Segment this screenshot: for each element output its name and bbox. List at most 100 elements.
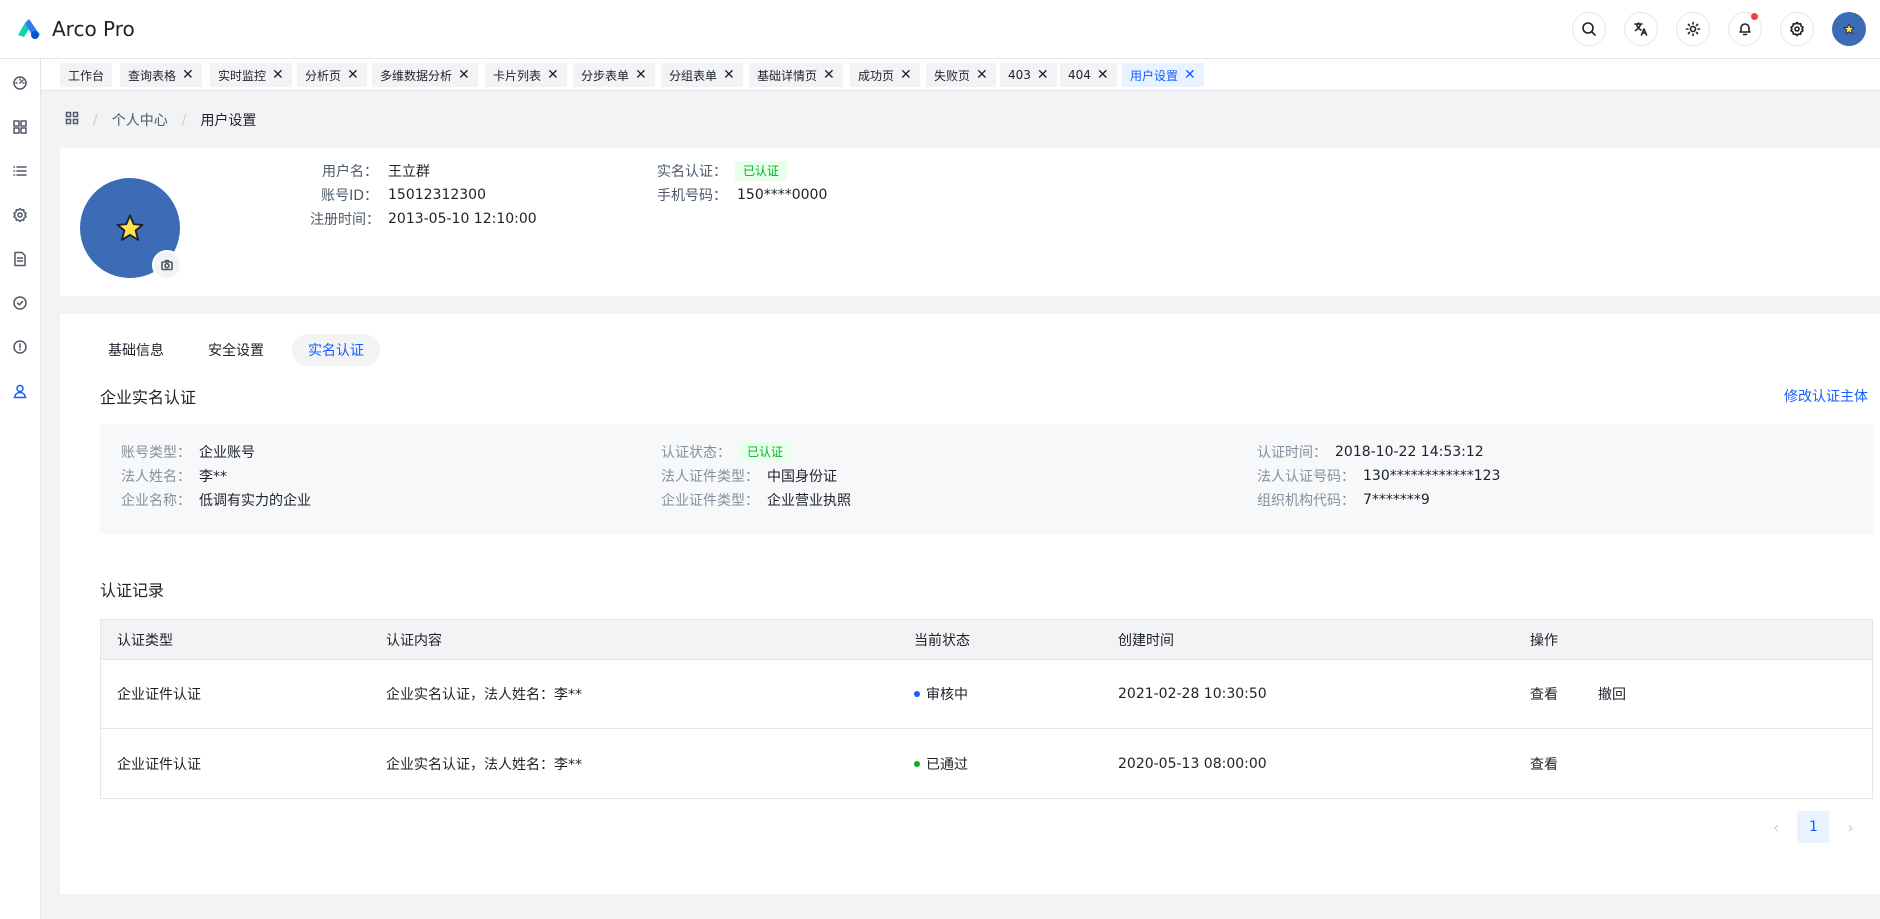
- settings-button[interactable]: [1780, 12, 1814, 46]
- close-icon[interactable]: ✕: [900, 68, 912, 82]
- edit-verification-link[interactable]: 修改认证主体: [1784, 386, 1868, 406]
- navbar: Arco Pro: [0, 0, 1880, 59]
- verify-time-row: 认证时间： 2018-10-22 14:53:12: [1257, 444, 1484, 461]
- close-icon[interactable]: ✕: [1037, 68, 1049, 82]
- theme-toggle-button[interactable]: [1676, 12, 1710, 46]
- close-icon[interactable]: ✕: [723, 68, 735, 82]
- reg-time-value: 2013-05-10 12:10:00: [388, 211, 537, 227]
- col-actions: 操作: [1530, 632, 1558, 649]
- tab-404[interactable]: 404 ✕: [1060, 63, 1117, 87]
- close-icon[interactable]: ✕: [458, 68, 470, 82]
- tab-step-form[interactable]: 分步表单 ✕: [573, 63, 655, 87]
- user-icon: [13, 384, 27, 399]
- status-dot: [914, 760, 920, 767]
- close-icon[interactable]: ✕: [272, 68, 284, 82]
- document-icon: [14, 251, 26, 267]
- breadcrumb-item-user-settings: 用户设置: [200, 113, 257, 129]
- apps-icon[interactable]: [65, 111, 79, 129]
- prev-page-button[interactable]: ‹: [1773, 818, 1779, 837]
- logo[interactable]: Arco Pro: [16, 17, 135, 41]
- view-button[interactable]: 查看: [1530, 754, 1558, 774]
- close-icon[interactable]: ✕: [635, 68, 647, 82]
- withdraw-button[interactable]: 撤回: [1598, 684, 1626, 704]
- close-icon[interactable]: ✕: [976, 68, 988, 82]
- camera-icon: [161, 259, 173, 271]
- user-info-card: 用户名： 王立群 账号ID： 15012312300 注册时间： 2013-05…: [60, 148, 1880, 296]
- sidebar-item-dashboard[interactable]: [8, 71, 32, 95]
- tab-basic-info[interactable]: 基础信息: [92, 334, 180, 366]
- tab-monitor[interactable]: 实时监控 ✕: [210, 63, 292, 87]
- tab-bar: 工作台 查询表格 ✕ 实时监控 ✕ 分析页 ✕ 多维数据分析 ✕ 卡片列表 ✕ 分步表单 ✕…: [41, 59, 1880, 91]
- tab-search-table[interactable]: 查询表格 ✕: [120, 63, 202, 87]
- username-value: 王立群: [388, 164, 430, 180]
- exclamation-icon: [13, 340, 27, 354]
- settings-tabs: 基础信息 安全设置 实名认证: [92, 334, 392, 366]
- close-icon[interactable]: ✕: [547, 68, 559, 82]
- arco-logo-icon: [18, 19, 40, 39]
- pagination: ‹ 1 ›: [1773, 811, 1854, 843]
- sidebar-item-visualization[interactable]: [8, 115, 32, 139]
- tab-multi-dimension[interactable]: 多维数据分析 ✕: [372, 63, 478, 87]
- sidebar-item-exception[interactable]: [8, 335, 32, 359]
- search-button[interactable]: [1572, 12, 1606, 46]
- check-circle-icon: [13, 296, 27, 310]
- close-icon[interactable]: ✕: [1097, 68, 1109, 82]
- breadcrumb-item-personal-center[interactable]: 个人中心: [112, 110, 168, 130]
- sidebar-item-profile[interactable]: [8, 247, 32, 271]
- tab-403[interactable]: 403 ✕: [1000, 63, 1057, 87]
- tab-card-list[interactable]: 卡片列表 ✕: [485, 63, 567, 87]
- tab-security[interactable]: 安全设置: [192, 334, 280, 366]
- company-cert-type-row: 企业证件类型： 企业营业执照: [661, 493, 851, 509]
- tab-verification[interactable]: 实名认证: [292, 334, 380, 366]
- close-icon[interactable]: ✕: [182, 68, 194, 82]
- notification-button[interactable]: [1728, 12, 1762, 46]
- records-table: 认证类型 认证内容 当前状态 创建时间 操作 企业证件认证 企业实名认证，法人姓…: [100, 619, 1873, 799]
- breadcrumb: / 个人中心 / 用户设置: [65, 110, 256, 130]
- star-icon: [116, 214, 144, 241]
- sidebar-item-user[interactable]: [8, 379, 32, 403]
- close-icon[interactable]: ✕: [823, 68, 835, 82]
- user-avatar[interactable]: [1832, 12, 1866, 46]
- view-button[interactable]: 查看: [1530, 684, 1558, 704]
- close-icon[interactable]: ✕: [347, 68, 359, 82]
- table-header: 认证类型 认证内容 当前状态 创建时间 操作: [101, 620, 1872, 660]
- app-name: Arco Pro: [52, 17, 135, 41]
- search-icon: [1582, 22, 1596, 36]
- col-content: 认证内容: [386, 632, 442, 649]
- account-id-value: 15012312300: [388, 187, 486, 203]
- tab-group-form[interactable]: 分组表单 ✕: [661, 63, 743, 87]
- tab-user-settings[interactable]: 用户设置 ✕: [1122, 63, 1204, 87]
- org-code-row: 组织机构代码： 7*******9: [1257, 492, 1430, 509]
- legal-cert-type-row: 法人证件类型： 中国身份证: [661, 469, 837, 485]
- verified-badge: 已认证: [735, 161, 788, 181]
- tab-analysis[interactable]: 分析页 ✕: [297, 63, 367, 87]
- status-cell: 已通过: [914, 754, 968, 774]
- sidebar-item-result[interactable]: [8, 291, 32, 315]
- tab-workplace[interactable]: 工作台: [60, 63, 113, 87]
- col-type: 认证类型: [117, 632, 173, 649]
- language-button[interactable]: [1624, 12, 1658, 46]
- sidebar-item-form[interactable]: [8, 203, 32, 227]
- tab-basic-detail[interactable]: 基础详情页 ✕: [749, 63, 843, 87]
- bell-icon: [1739, 23, 1751, 36]
- status-dot: [914, 691, 920, 697]
- notification-dot: [1751, 13, 1758, 20]
- company-name-row: 企业名称： 低调有实力的企业: [121, 493, 311, 509]
- status-row: 认证状态： 已认证: [661, 442, 792, 462]
- close-icon[interactable]: ✕: [1184, 68, 1196, 82]
- sidebar-item-list[interactable]: [8, 159, 32, 183]
- dashboard-icon: [13, 76, 27, 90]
- breadcrumb-separator: /: [181, 112, 187, 128]
- status-cell: 审核中: [914, 684, 968, 704]
- phone-value: 150****0000: [737, 187, 828, 203]
- records-section-title: 认证记录: [100, 581, 165, 600]
- change-avatar-button[interactable]: [152, 250, 182, 280]
- next-page-button[interactable]: ›: [1847, 818, 1853, 837]
- tab-error[interactable]: 失败页 ✕: [926, 63, 996, 87]
- table-row: 企业证件认证 企业实名认证，法人姓名：李** 已通过 2020-05-13 08…: [117, 754, 1558, 774]
- verify-row: 实名认证： 已认证: [657, 161, 788, 181]
- table-row: 企业证件认证 企业实名认证，法人姓名：李** 审核中 2021-02-28 10…: [101, 660, 1872, 729]
- page-1[interactable]: 1: [1797, 811, 1830, 843]
- legal-cert-no-row: 法人认证号码： 130************123: [1257, 468, 1501, 485]
- tab-success[interactable]: 成功页 ✕: [850, 63, 920, 87]
